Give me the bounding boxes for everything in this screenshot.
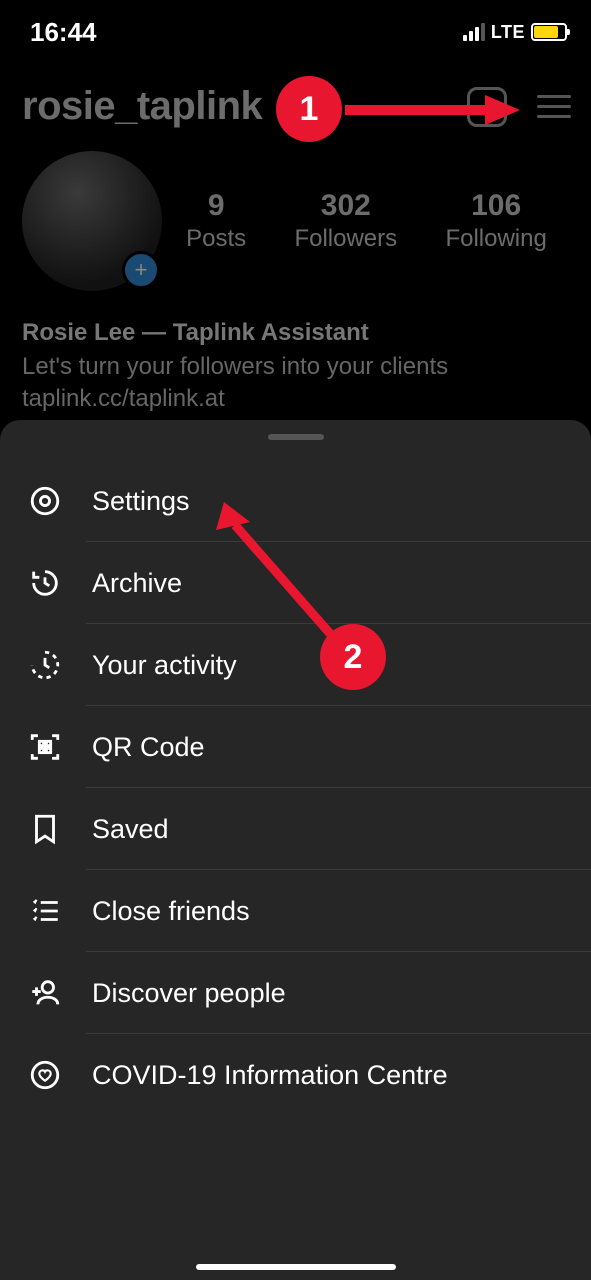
username[interactable]: rosie_taplink — [22, 84, 262, 129]
add-story-icon[interactable]: + — [122, 251, 160, 289]
heart-circle-icon — [26, 1056, 64, 1094]
menu-label: Archive — [92, 568, 182, 599]
menu-label: Settings — [92, 486, 190, 517]
network-label: LTE — [491, 22, 525, 43]
posts-stat[interactable]: 9 Posts — [186, 189, 246, 253]
following-label: Following — [445, 225, 546, 253]
home-indicator[interactable] — [196, 1264, 396, 1270]
discover-people-icon — [26, 974, 64, 1012]
annotation-step-2: 2 — [320, 624, 386, 690]
followers-count: 302 — [294, 189, 397, 223]
annotation-step-1: 1 — [276, 76, 342, 142]
qr-icon — [26, 728, 64, 766]
close-friends-icon — [26, 892, 64, 930]
sheet-grabber[interactable] — [268, 434, 324, 440]
menu-item-saved[interactable]: Saved — [0, 788, 591, 870]
posts-label: Posts — [186, 225, 246, 253]
followers-stat[interactable]: 302 Followers — [294, 189, 397, 253]
following-stat[interactable]: 106 Following — [445, 189, 546, 253]
signal-icon — [463, 23, 485, 41]
status-bar: 16:44 LTE — [0, 0, 591, 54]
menu-label: Close friends — [92, 896, 250, 927]
menu-label: Saved — [92, 814, 169, 845]
menu-label: QR Code — [92, 732, 205, 763]
activity-icon — [26, 646, 64, 684]
following-count: 106 — [445, 189, 546, 223]
display-name: Rosie Lee — Taplink Assistant — [22, 319, 571, 347]
posts-count: 9 — [186, 189, 246, 223]
status-time: 16:44 — [30, 17, 97, 48]
bio-text: Let's turn your followers into your clie… — [22, 351, 571, 383]
battery-icon — [531, 23, 567, 41]
bio-link[interactable]: taplink.cc/taplink.at — [22, 385, 571, 413]
menu-item-qr[interactable]: QR Code — [0, 706, 591, 788]
menu-item-covid[interactable]: COVID-19 Information Centre — [0, 1034, 591, 1116]
avatar[interactable]: + — [22, 151, 162, 291]
menu-item-discover[interactable]: Discover people — [0, 952, 591, 1034]
menu-item-close-friends[interactable]: Close friends — [0, 870, 591, 952]
archive-icon — [26, 564, 64, 602]
hamburger-menu-button[interactable] — [537, 95, 571, 118]
followers-label: Followers — [294, 225, 397, 253]
bookmark-icon — [26, 810, 64, 848]
annotation-arrow-1 — [340, 90, 520, 130]
status-right: LTE — [463, 22, 567, 43]
gear-icon — [26, 482, 64, 520]
menu-label: COVID-19 Information Centre — [92, 1060, 448, 1091]
menu-label: Discover people — [92, 978, 286, 1009]
